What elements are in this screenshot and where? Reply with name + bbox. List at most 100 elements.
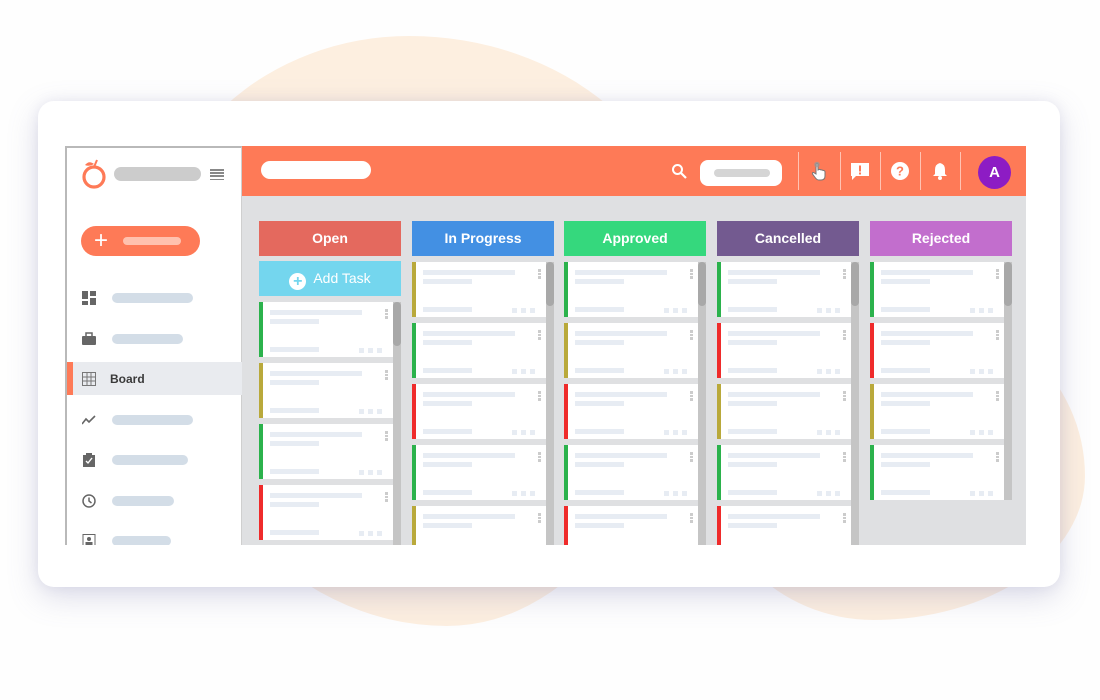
task-card[interactable] — [412, 262, 546, 317]
more-options-icon[interactable] — [690, 391, 693, 402]
task-card[interactable] — [412, 323, 546, 378]
more-options-icon[interactable] — [538, 269, 541, 280]
hand-pointer-icon[interactable] — [809, 161, 829, 181]
add-task-button[interactable]: + Add Task — [259, 261, 401, 296]
task-text-placeholder — [575, 307, 624, 312]
task-card[interactable] — [564, 384, 698, 439]
more-options-icon[interactable] — [996, 391, 999, 402]
task-meta-icon — [664, 308, 669, 313]
task-card[interactable] — [259, 485, 393, 540]
more-options-icon[interactable] — [538, 330, 541, 341]
bell-icon[interactable] — [930, 161, 950, 181]
task-card[interactable] — [717, 323, 851, 378]
more-options-icon[interactable] — [996, 452, 999, 463]
task-card[interactable] — [870, 384, 1004, 439]
task-card[interactable] — [717, 262, 851, 317]
column-header[interactable]: Approved — [564, 221, 706, 256]
column-header[interactable]: In Progress — [412, 221, 554, 256]
sidebar-item-label-placeholder — [112, 496, 174, 506]
task-card[interactable] — [412, 506, 546, 545]
more-options-icon[interactable] — [843, 391, 846, 402]
more-options-icon[interactable] — [538, 452, 541, 463]
sidebar-item-contacts[interactable] — [67, 524, 242, 545]
task-card[interactable] — [717, 506, 851, 545]
task-meta-icon — [368, 409, 373, 414]
column-header[interactable]: Open — [259, 221, 401, 256]
task-card[interactable] — [412, 445, 546, 500]
task-meta-icon — [521, 369, 526, 374]
scrollbar[interactable] — [851, 262, 859, 545]
task-card[interactable] — [870, 323, 1004, 378]
scrollbar[interactable] — [546, 262, 554, 545]
task-meta-icon — [512, 308, 517, 313]
sidebar-item-reports[interactable] — [67, 403, 242, 436]
sidebar-item-board[interactable]: Board — [67, 362, 242, 395]
more-options-icon[interactable] — [690, 330, 693, 341]
task-meta-icon — [988, 430, 993, 435]
scrollbar-thumb[interactable] — [1004, 262, 1012, 306]
task-text-placeholder — [881, 270, 973, 275]
task-card[interactable] — [412, 384, 546, 439]
sidebar-item-projects[interactable] — [67, 322, 242, 355]
more-options-icon[interactable] — [385, 431, 388, 442]
more-options-icon[interactable] — [690, 513, 693, 524]
search-input[interactable] — [700, 160, 782, 186]
more-options-icon[interactable] — [843, 269, 846, 280]
task-card[interactable] — [717, 384, 851, 439]
task-card[interactable] — [564, 262, 698, 317]
sidebar-item-dashboard[interactable] — [67, 281, 242, 314]
more-options-icon[interactable] — [996, 269, 999, 280]
scrollbar-thumb[interactable] — [393, 302, 401, 346]
help-icon[interactable]: ? — [890, 161, 910, 181]
scrollbar-thumb[interactable] — [851, 262, 859, 306]
more-options-icon[interactable] — [843, 452, 846, 463]
plus-icon: + — [94, 227, 109, 254]
divider — [960, 152, 961, 190]
task-text-placeholder — [881, 429, 930, 434]
more-options-icon[interactable] — [690, 269, 693, 280]
more-options-icon[interactable] — [538, 391, 541, 402]
task-card[interactable] — [564, 506, 698, 545]
task-meta-icon — [970, 369, 975, 374]
scrollbar[interactable] — [393, 302, 401, 545]
user-avatar[interactable]: A — [978, 156, 1011, 189]
column-header[interactable]: Cancelled — [717, 221, 859, 256]
scrollbar-thumb[interactable] — [698, 262, 706, 306]
hamburger-icon[interactable] — [210, 169, 224, 181]
more-options-icon[interactable] — [538, 513, 541, 524]
more-options-icon[interactable] — [843, 513, 846, 524]
more-options-icon[interactable] — [996, 330, 999, 341]
more-options-icon[interactable] — [385, 370, 388, 381]
task-card[interactable] — [870, 262, 1004, 317]
scrollbar[interactable] — [698, 262, 706, 545]
task-card[interactable] — [870, 445, 1004, 500]
more-options-icon[interactable] — [385, 309, 388, 320]
more-options-icon[interactable] — [385, 492, 388, 503]
new-button[interactable]: + — [81, 226, 200, 256]
task-text-placeholder — [728, 453, 820, 458]
scrollbar-thumb[interactable] — [546, 262, 554, 306]
sidebar-item-tasks[interactable] — [67, 443, 242, 476]
task-text-placeholder — [270, 371, 362, 376]
scrollbar[interactable] — [1004, 262, 1012, 500]
more-options-icon[interactable] — [843, 330, 846, 341]
feedback-icon[interactable] — [850, 161, 870, 181]
sidebar-item-label-placeholder — [112, 293, 193, 303]
task-meta-icon — [826, 369, 831, 374]
task-meta-icon — [664, 491, 669, 496]
task-card[interactable] — [564, 445, 698, 500]
task-text-placeholder — [728, 429, 777, 434]
orange-fruit-logo-icon[interactable] — [80, 158, 110, 190]
task-meta-icon — [377, 409, 382, 414]
task-card[interactable] — [259, 302, 393, 357]
task-card[interactable] — [259, 363, 393, 418]
task-card[interactable] — [564, 323, 698, 378]
task-card[interactable] — [717, 445, 851, 500]
column-header[interactable]: Rejected — [870, 221, 1012, 256]
search-icon[interactable] — [671, 163, 687, 179]
more-options-icon[interactable] — [690, 452, 693, 463]
task-meta-icon — [368, 531, 373, 536]
task-card[interactable] — [259, 424, 393, 479]
task-meta-icon — [530, 369, 535, 374]
sidebar-item-time[interactable] — [67, 484, 242, 517]
